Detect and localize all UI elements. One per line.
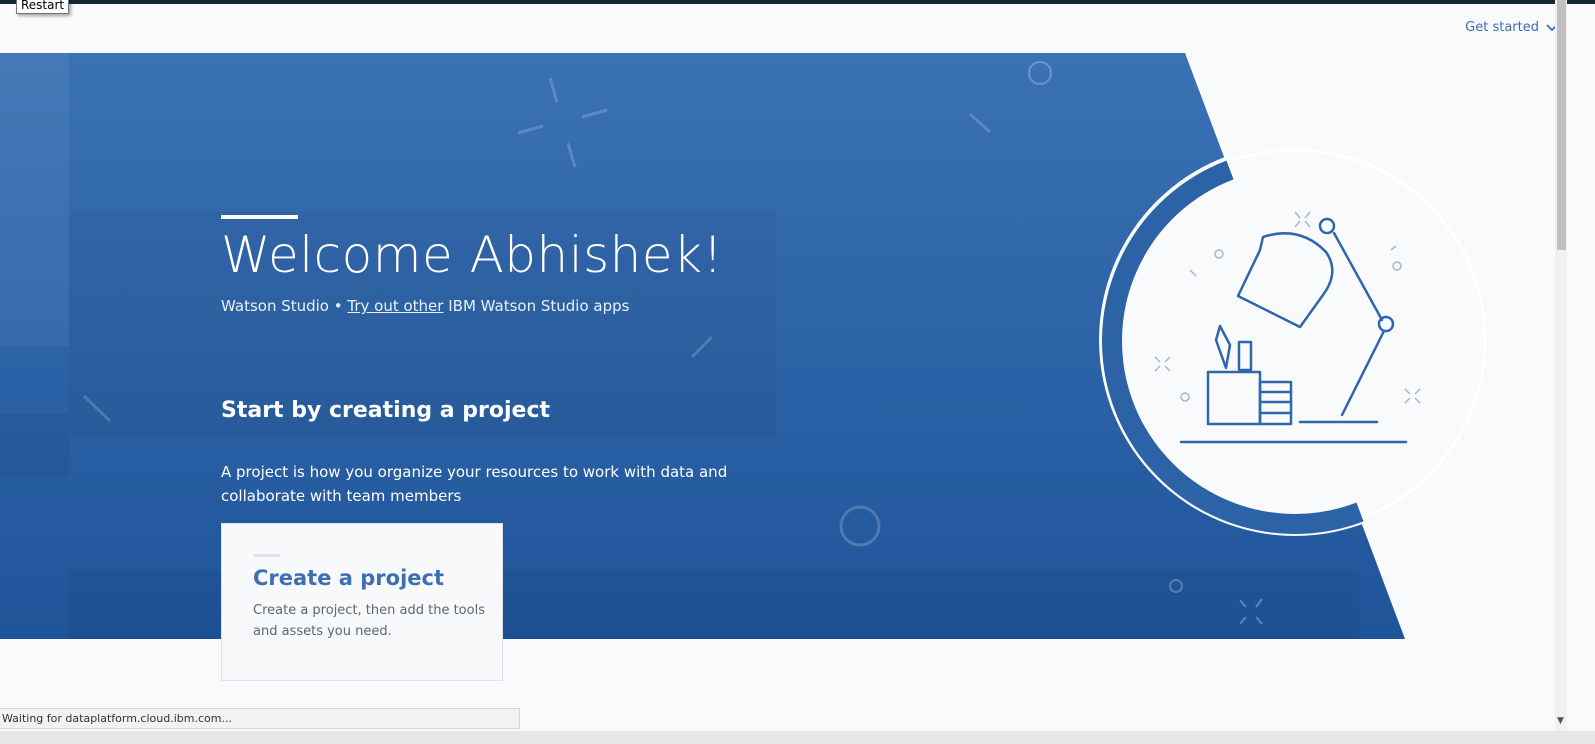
hero-block bbox=[0, 413, 69, 477]
try-other-apps-link[interactable]: Try out other bbox=[347, 297, 443, 315]
card-accent bbox=[254, 554, 280, 557]
restart-tooltip: Restart bbox=[16, 0, 70, 14]
vertical-scrollbar-thumb[interactable] bbox=[1557, 0, 1566, 250]
get-started-menu[interactable]: Get started bbox=[1465, 20, 1559, 35]
welcome-accent-bar bbox=[221, 215, 298, 219]
product-name: Watson Studio bbox=[221, 297, 329, 315]
illustration-ring bbox=[1099, 144, 1491, 536]
get-started-label: Get started bbox=[1465, 20, 1539, 35]
section-heading: Start by creating a project bbox=[221, 398, 551, 423]
scroll-down-arrow-icon[interactable]: ▼ bbox=[1557, 716, 1564, 726]
product-subline: Watson Studio • Try out other IBM Watson… bbox=[221, 297, 629, 315]
section-description: A project is how you organize your resou… bbox=[221, 463, 728, 505]
horizontal-scrollbar[interactable] bbox=[0, 731, 1595, 744]
separator: • bbox=[329, 297, 348, 315]
page-title: Welcome Abhishek! bbox=[221, 226, 724, 284]
apps-suffix: IBM Watson Studio apps bbox=[443, 297, 630, 315]
card-description: Create a project, then add the tools and… bbox=[253, 603, 485, 639]
card-title: Create a project bbox=[253, 566, 444, 590]
create-project-card[interactable]: Create a project Create a project, then … bbox=[221, 523, 503, 681]
browser-status-bar: Waiting for dataplatform.cloud.ibm.com..… bbox=[0, 708, 520, 729]
hero-block bbox=[0, 53, 69, 346]
